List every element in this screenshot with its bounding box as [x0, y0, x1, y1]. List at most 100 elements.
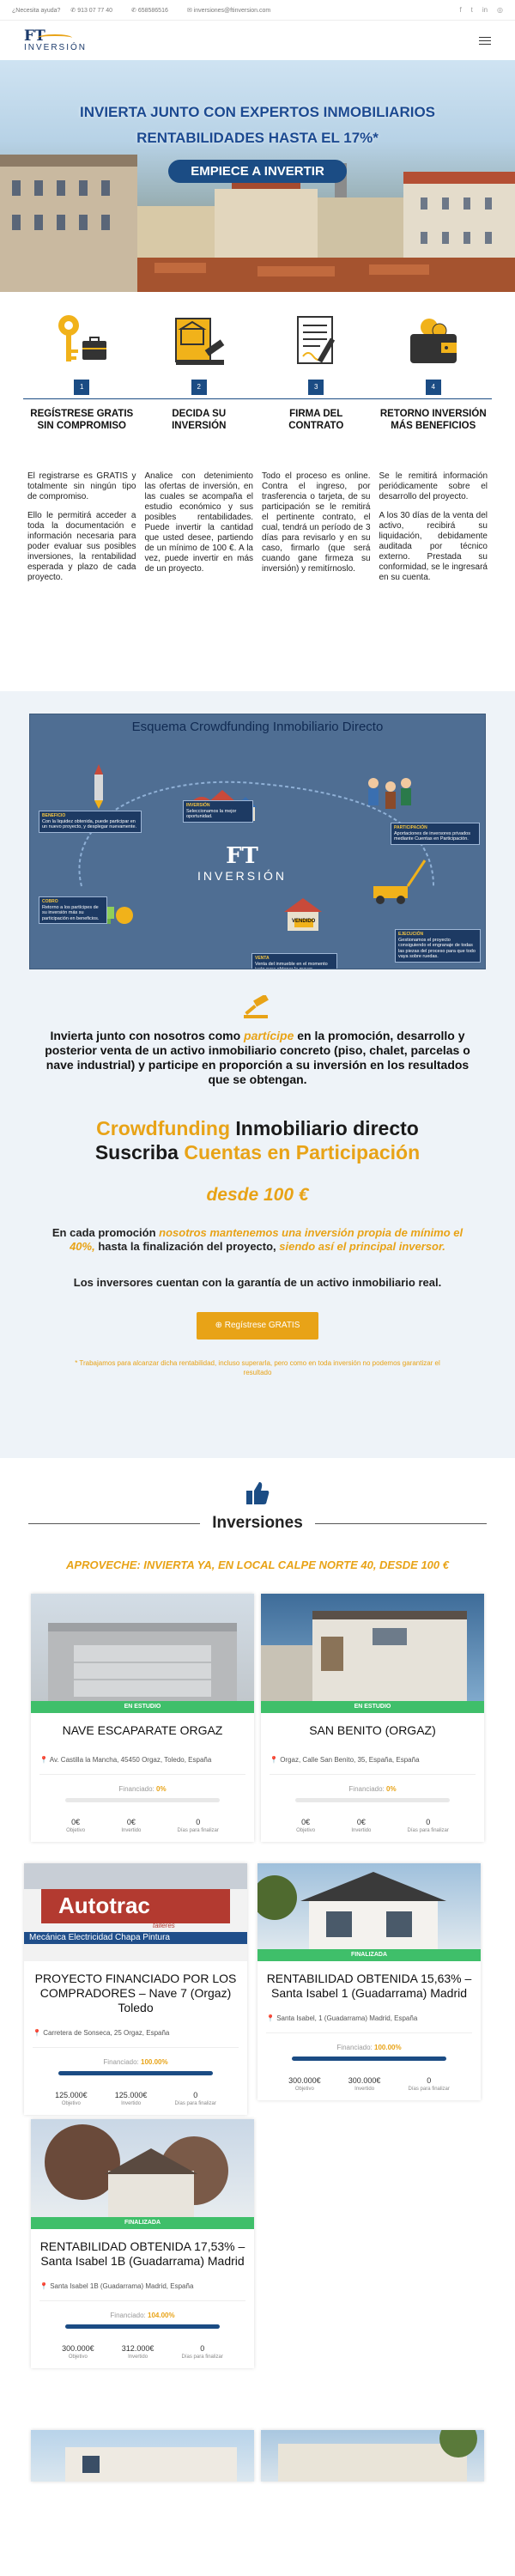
- property-image: [31, 1594, 254, 1701]
- sold-sign: VENDIDO: [292, 919, 316, 924]
- minimum-amount: desde 100 €: [206, 1185, 309, 1205]
- investment-card[interactable]: [261, 2430, 484, 2482]
- progress-bar: [65, 2324, 220, 2329]
- location-pin-icon: 📍: [33, 2029, 44, 2037]
- disclaimer-note: * Trabajamos para alcanzar dicha rentabi…: [75, 1359, 440, 1376]
- funded-text: Financiado: 100.00%: [103, 2058, 168, 2066]
- twitter-icon[interactable]: t: [471, 6, 473, 14]
- progress-bar: [292, 2057, 446, 2061]
- card-title[interactable]: SAN BENITO (ORGAZ): [261, 1713, 484, 1742]
- funded-text: Financiado: 0%: [118, 1785, 167, 1793]
- status-badge: EN ESTUDIO: [261, 1701, 484, 1713]
- investment-cards: EN ESTUDIO NAVE ESCAPARATE ORGAZ 📍 Av. C…: [0, 1571, 515, 2516]
- card-address: 📍 Av. Castilla la Mancha, 45450 Orgaz, T…: [39, 1756, 212, 1764]
- crowdfunding-headline: Crowdfunding Inmobiliario directo Suscri…: [94, 1117, 421, 1163]
- property-image: [261, 1594, 484, 1701]
- logo[interactable]: FT INVERSIÓN: [24, 28, 87, 52]
- contract-icon: [262, 311, 371, 373]
- facebook-icon[interactable]: f: [459, 6, 461, 14]
- linkedin-icon[interactable]: in: [482, 6, 488, 14]
- status-badge: EN ESTUDIO: [31, 1701, 254, 1713]
- register-free-button[interactable]: ⊕ Regístrese GRATIS: [197, 1312, 318, 1340]
- menu-icon[interactable]: [479, 36, 491, 45]
- infographic-label-cobro: COBRO Retorno a los partícipes de su inve…: [39, 896, 107, 924]
- funded-text: Financiado: 104.00%: [110, 2312, 175, 2319]
- property-image: [258, 1863, 481, 1949]
- intro-text: Invierta junto con nosotros como partíci…: [45, 1029, 470, 1086]
- instagram-icon[interactable]: ◎: [497, 6, 503, 14]
- thumbs-up-icon: [0, 1480, 515, 1510]
- step-title: RETORNO INVERSIÓN MÁS BENEFICIOS: [379, 409, 487, 431]
- investment-card[interactable]: [31, 2430, 254, 2482]
- step-decide: 2 DECIDA SU INVERSIÓN Analice con deteni…: [140, 311, 258, 691]
- funded-text: Financiado: 0%: [348, 1785, 397, 1793]
- steps-section: 1 REGÍSTRESE GRATIS SIN COMPROMISO El re…: [0, 292, 515, 691]
- infographic-logo: FT INVERSIÓN: [197, 843, 288, 883]
- phone-link-2[interactable]: ✆ 658586516: [131, 8, 177, 14]
- start-investing-button[interactable]: EMPIECE A INVERTIR: [168, 160, 347, 183]
- location-pin-icon: 📍: [270, 1756, 281, 1764]
- blueprint-icon: [145, 311, 254, 373]
- step-text: A los 30 días de la venta del activo, re…: [379, 511, 488, 582]
- hero-subheadline: RENTABILIDADES HASTA EL 17%*: [136, 130, 379, 146]
- header: FT INVERSIÓN: [0, 21, 515, 60]
- phone-link-1[interactable]: ✆ 913 07 77 40: [70, 8, 121, 14]
- step-text: Se le remitirá información periódicament…: [379, 471, 488, 501]
- card-stats: 300.000€ Objetivo 312.000€ Invertido 0 Días…: [62, 2344, 223, 2360]
- email-link[interactable]: ✉ inversiones@ftinversion.com: [187, 8, 279, 14]
- status-badge: FINALIZADA: [258, 1949, 481, 1961]
- investment-card[interactable]: Autotrac talleres Mecánica Electricidad …: [24, 1863, 247, 2115]
- investment-card[interactable]: FINALIZADA RENTABILIDAD OBTENIDA 15,63% …: [258, 1863, 481, 2100]
- gavel-icon: [0, 993, 515, 1024]
- card-title[interactable]: RENTABILIDAD OBTENIDA 17,53% – Santa Isa…: [31, 2229, 254, 2269]
- step-number: 3: [308, 380, 324, 395]
- location-pin-icon: 📍: [39, 2282, 51, 2290]
- wallet-icon: [379, 311, 488, 373]
- card-address: 📍 Orgaz, Calle San Benito, 35, España, E…: [270, 1756, 420, 1764]
- step-number: 1: [74, 380, 90, 395]
- step-contract: 3 FIRMA DEL CONTRATO Todo el proceso es …: [258, 311, 375, 691]
- card-address: 📍 Santa Isabel, 1 (Guadarrama) Madrid, E…: [266, 2014, 418, 2022]
- funded-text: Financiado: 100.00%: [336, 2044, 402, 2051]
- step-text: El registrarse es GRATIS y totalmente si…: [27, 471, 136, 501]
- location-pin-icon: 📍: [39, 1756, 50, 1764]
- infographic-label-inversion: INVERSIÓN Seleccionamos la mejor oportuni…: [183, 800, 253, 823]
- progress-bar: [295, 1798, 450, 1802]
- infographic-label-venta: VENTA Venta del inmueble en el momento ju…: [251, 953, 337, 969]
- crowdfunding-section: Esquema Crowdfunding Inmobiliario Direct…: [0, 691, 515, 1458]
- property-image: Autotrac talleres Mecánica Electricidad …: [24, 1863, 247, 1961]
- investment-card[interactable]: EN ESTUDIO NAVE ESCAPARATE ORGAZ 📍 Av. C…: [31, 1594, 254, 1842]
- property-image: [31, 2119, 254, 2217]
- location-pin-icon: 📍: [266, 2014, 277, 2022]
- hero-banner: INVIERTA JUNTO CON EXPERTOS INMOBILIARIO…: [0, 60, 515, 292]
- step-title: FIRMA DEL CONTRATO: [288, 409, 344, 431]
- status-badge: FINALIZADA: [31, 2217, 254, 2229]
- card-title[interactable]: RENTABILIDAD OBTENIDA 15,63% – Santa Isa…: [258, 1961, 481, 2001]
- step-return: 4 RETORNO INVERSIÓN MÁS BENEFICIOS Se le…: [374, 311, 492, 691]
- key-icon: [27, 311, 136, 373]
- progress-bar: [65, 1798, 220, 1802]
- top-bar: ¿Necesita ayuda? ✆ 913 07 77 40 ✆ 658586…: [0, 0, 515, 21]
- card-title[interactable]: NAVE ESCAPARATE ORGAZ: [31, 1713, 254, 1742]
- investment-card[interactable]: FINALIZADA RENTABILIDAD OBTENIDA 17,53% …: [31, 2119, 254, 2368]
- investments-heading: Inversiones: [0, 1514, 515, 1533]
- step-number: 2: [191, 380, 207, 395]
- card-stats: 125.000€ Objetivo 125.000€ Invertido 0 Días…: [55, 2091, 216, 2106]
- card-stats: 0€ Objetivo 0€ Invertido 0 Días para finali…: [66, 1818, 219, 1833]
- guarantee-text: Los inversores cuentan con la garantía d…: [73, 1276, 442, 1289]
- shop-sign: Autotrac: [58, 1893, 150, 1918]
- help-text: ¿Necesita ayuda?: [12, 7, 61, 14]
- step-number: 4: [425, 380, 441, 395]
- promotion-text: En cada promoción nosotros mantenemos un…: [52, 1226, 464, 1253]
- step-title: DECIDA SU INVERSIÓN: [172, 409, 227, 431]
- infographic-label-participacion: PARTICIPACIÓN Aportaciones de inversores …: [391, 823, 480, 845]
- investment-card[interactable]: EN ESTUDIO SAN BENITO (ORGAZ) 📍 Orgaz, C…: [261, 1594, 484, 1842]
- card-stats: 300.000€ Objetivo 300.000€ Invertido 0 Días…: [288, 2076, 450, 2092]
- infographic-label-beneficio: BENEFICIO Con la liquidez obtenida, puede…: [39, 811, 142, 833]
- step-text: Todo el proceso es online. Contra el ing…: [262, 471, 371, 574]
- property-image: [31, 2430, 254, 2482]
- card-address: 📍 Carretera de Sonseca, 25 Orgaz, España: [33, 2029, 170, 2037]
- card-stats: 0€ Objetivo 0€ Invertido 0 Días para finali…: [296, 1818, 449, 1833]
- card-title[interactable]: PROYECTO FINANCIADO POR LOS COMPRADORES …: [24, 1961, 247, 2015]
- step-register: 1 REGÍSTRESE GRATIS SIN COMPROMISO El re…: [23, 311, 141, 691]
